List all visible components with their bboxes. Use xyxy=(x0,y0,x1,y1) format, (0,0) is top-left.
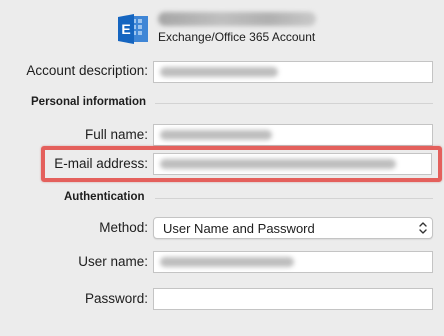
method-label: Method: xyxy=(99,220,148,235)
password-label: Password: xyxy=(84,291,148,306)
email-address-value-redacted xyxy=(160,159,396,169)
account-description-value-redacted xyxy=(160,67,278,77)
exchange-icon: E xyxy=(118,14,148,44)
user-name-label: User name: xyxy=(78,254,148,269)
personal-information-heading: Personal information xyxy=(31,96,147,108)
authentication-heading: Authentication xyxy=(64,191,145,203)
account-type-label: Exchange/Office 365 Account xyxy=(158,30,316,44)
password-field[interactable] xyxy=(153,288,433,310)
full-name-label: Full name: xyxy=(84,127,148,142)
chevron-up-down-icon xyxy=(419,222,427,234)
full-name-field[interactable] xyxy=(153,124,433,146)
account-description-field[interactable] xyxy=(153,61,433,83)
section-divider xyxy=(155,198,433,199)
user-name-value-redacted xyxy=(160,257,294,267)
email-address-field[interactable] xyxy=(153,153,432,175)
account-description-label: Account description: xyxy=(26,63,148,78)
section-divider xyxy=(155,103,433,104)
method-selected-value: User Name and Password xyxy=(163,221,315,236)
account-name-redacted xyxy=(158,12,316,26)
user-name-field[interactable] xyxy=(153,251,433,273)
full-name-value-redacted xyxy=(160,130,272,140)
method-select[interactable]: User Name and Password xyxy=(153,217,433,239)
email-address-label: E-mail address: xyxy=(54,156,148,171)
svg-text:E: E xyxy=(121,21,130,37)
